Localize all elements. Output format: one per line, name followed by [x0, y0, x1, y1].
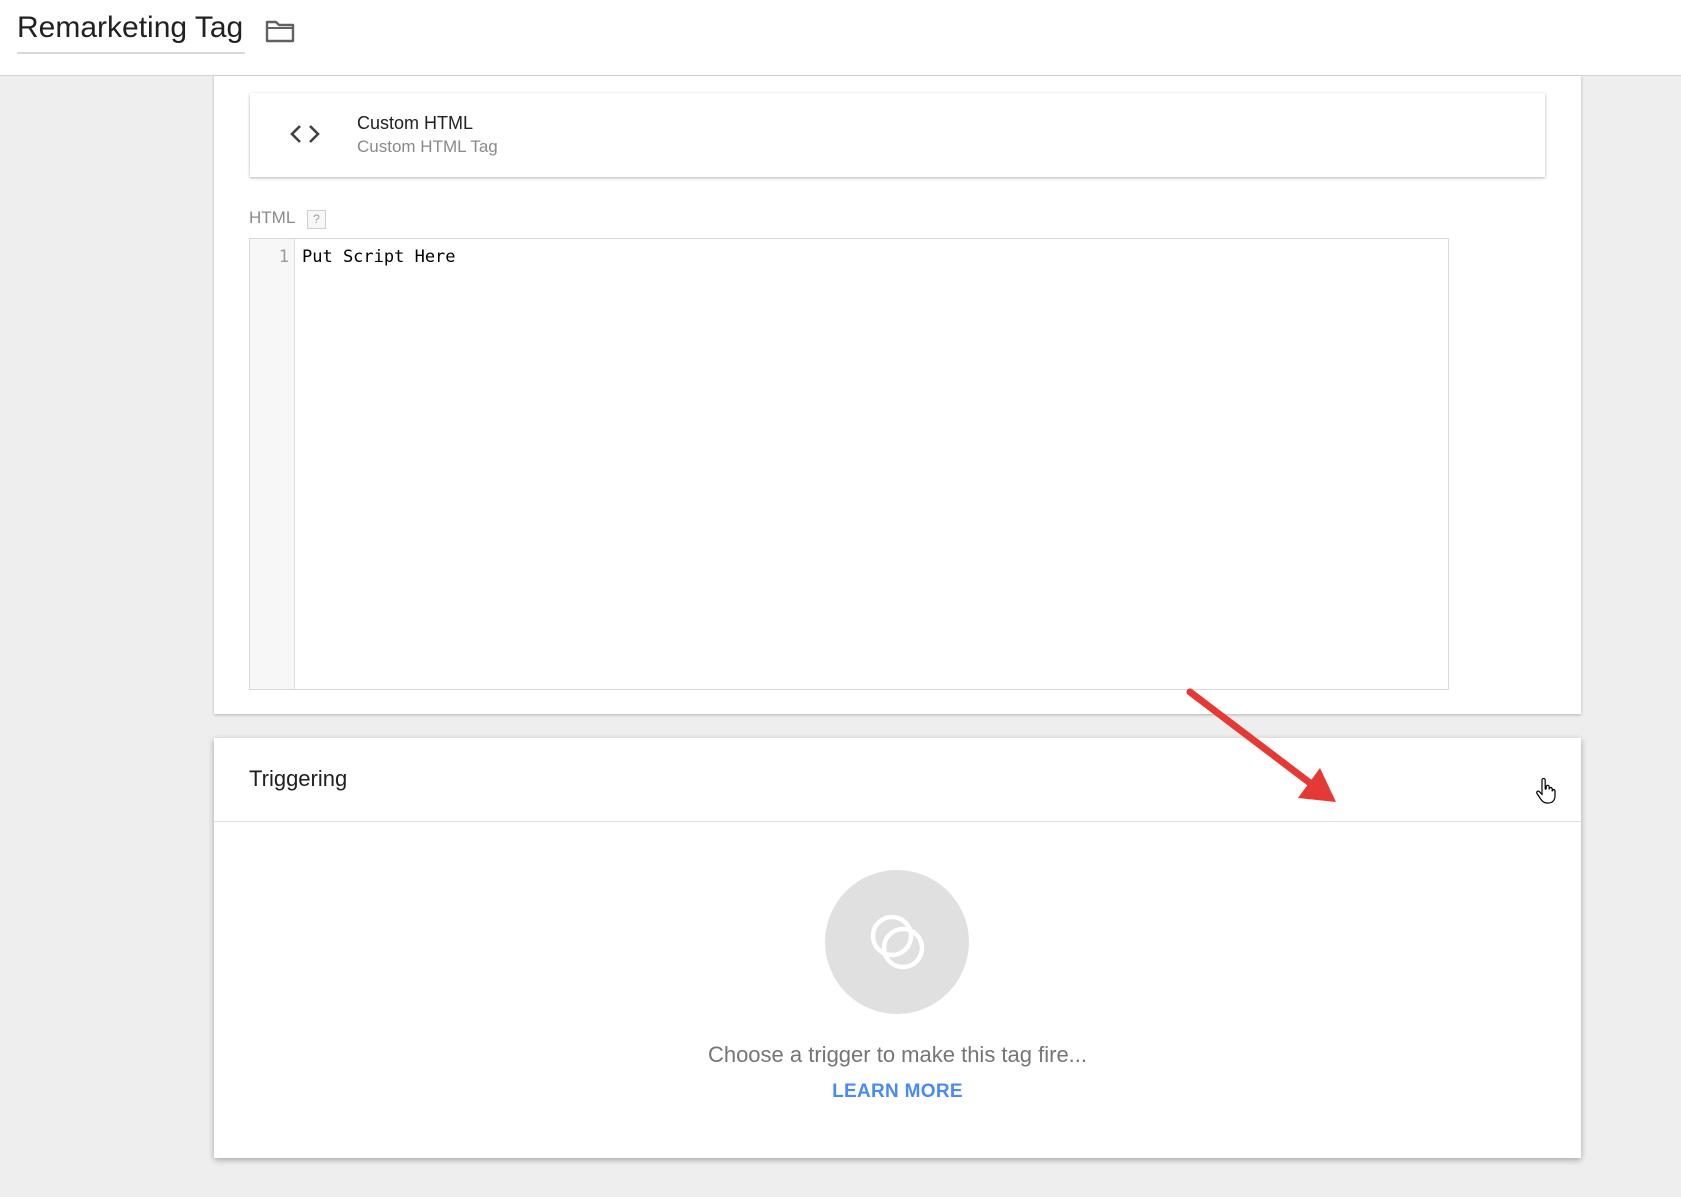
tag-type-selector[interactable]: Custom HTML Custom HTML Tag	[250, 93, 1545, 177]
code-brackets-icon	[288, 119, 322, 149]
triggering-header[interactable]: Triggering	[214, 738, 1581, 822]
top-bar: Remarketing Tag	[0, 0, 1681, 76]
line-number-gutter: 1	[250, 239, 295, 689]
learn-more-link[interactable]: LEARN MORE	[214, 1080, 1581, 1104]
html-field-label: HTML	[249, 208, 296, 227]
overlapping-circles-icon	[870, 914, 925, 970]
code-line[interactable]: Put Script Here	[302, 246, 456, 268]
html-code-editor[interactable]: 1 Put Script Here	[249, 238, 1449, 690]
tag-configuration-card: Custom HTML Custom HTML Tag HTML ? 1 Put…	[214, 76, 1581, 714]
tag-name-field[interactable]: Remarketing Tag	[17, 10, 246, 54]
tag-type-name: Custom HTML	[357, 113, 474, 133]
help-icon[interactable]: ?	[307, 210, 326, 229]
folder-icon[interactable]	[265, 18, 295, 44]
empty-trigger-message: Choose a trigger to make this tag fire..…	[707, 1042, 1088, 1067]
line-number: 1	[278, 247, 289, 267]
triggering-card: Triggering Choose a trigger to make this…	[214, 738, 1581, 1158]
triggering-title: Triggering	[249, 766, 348, 791]
tag-type-subtitle: Custom HTML Tag	[357, 137, 498, 156]
add-trigger-button[interactable]	[825, 870, 969, 1014]
